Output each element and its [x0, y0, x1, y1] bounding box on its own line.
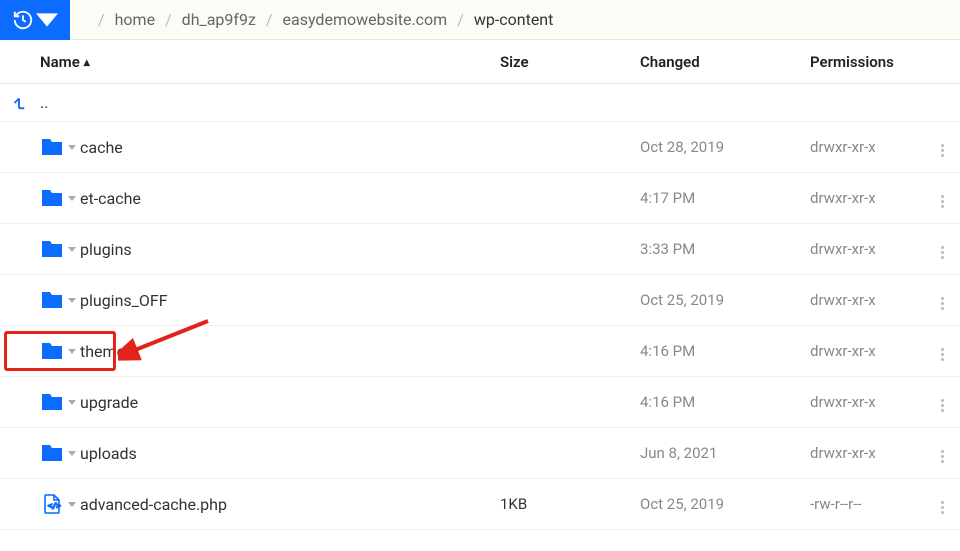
svg-text:</>: </> [48, 502, 61, 510]
dropdown-icon[interactable] [68, 502, 76, 507]
table-row[interactable]: upgrade 4:16 PM drwxr-xr-x [0, 377, 960, 428]
kebab-icon [934, 141, 950, 161]
row-changed-label: 4:16 PM [640, 393, 810, 411]
row-changed-label: Oct 28, 2019 [640, 138, 810, 156]
column-header-size[interactable]: Size [500, 53, 640, 71]
table-row[interactable]: cache Oct 28, 2019 drwxr-xr-x [0, 122, 960, 173]
breadcrumb-sep: / [447, 10, 474, 29]
kebab-icon [934, 243, 950, 263]
table-row[interactable]: plugins 3:33 PM drwxr-xr-x [0, 224, 960, 275]
dropdown-icon[interactable] [68, 196, 76, 201]
row-changed-label: 4:17 PM [640, 189, 810, 207]
row-changed-label: Oct 25, 2019 [640, 495, 810, 513]
sort-asc-icon: ▴ [84, 55, 90, 69]
row-perm-label: -rw-r--r-- [810, 495, 930, 513]
row-actions-button[interactable] [930, 439, 950, 467]
history-button[interactable] [0, 0, 70, 40]
row-name-label: uploads [80, 444, 137, 463]
row-perm-label: drwxr-xr-x [810, 393, 930, 411]
column-header-name-label: Name [40, 53, 80, 71]
kebab-icon [934, 345, 950, 365]
kebab-icon [934, 294, 950, 314]
dropdown-icon[interactable] [68, 298, 76, 303]
folder-icon [40, 390, 64, 414]
row-perm-label: drwxr-xr-x [810, 138, 930, 156]
row-perm-label: drwxr-xr-x [810, 291, 930, 309]
history-icon [12, 9, 34, 31]
topbar: / home / dh_ap9f9z / easydemowebsite.com… [0, 0, 960, 40]
table-row[interactable]: plugins_OFF Oct 25, 2019 drwxr-xr-x [0, 275, 960, 326]
table-row[interactable]: uploads Jun 8, 2021 drwxr-xr-x [0, 428, 960, 479]
row-actions-button[interactable] [930, 388, 950, 416]
table-row[interactable]: </> advanced-cache.php 1KB Oct 25, 2019 … [0, 479, 960, 530]
row-name-label: plugins_OFF [80, 291, 168, 310]
up-directory-label: .. [40, 93, 48, 112]
row-name-label: upgrade [80, 393, 138, 412]
breadcrumb-item-current[interactable]: wp-content [474, 10, 554, 29]
dropdown-icon[interactable] [68, 247, 76, 252]
row-name-label: themes [80, 342, 133, 361]
row-changed-label: 3:33 PM [640, 240, 810, 258]
breadcrumb-item[interactable]: home [115, 10, 155, 29]
row-changed-label: 4:16 PM [640, 342, 810, 360]
folder-icon [40, 441, 64, 465]
row-actions-button[interactable] [930, 184, 950, 212]
dropdown-icon[interactable] [68, 400, 76, 405]
row-actions-button[interactable] [930, 286, 950, 314]
folder-icon [40, 288, 64, 312]
row-name-label: cache [80, 138, 123, 157]
kebab-icon [934, 396, 950, 416]
kebab-icon [934, 498, 950, 518]
breadcrumb: / home / dh_ap9f9z / easydemowebsite.com… [70, 10, 553, 29]
table-header: Name ▴ Size Changed Permissions [0, 40, 960, 84]
row-perm-label: drwxr-xr-x [810, 240, 930, 258]
chevron-down-icon [36, 9, 58, 31]
row-size-label: 1KB [500, 495, 640, 513]
row-perm-label: drwxr-xr-x [810, 444, 930, 462]
dropdown-icon[interactable] [68, 145, 76, 150]
breadcrumb-sep: / [88, 10, 115, 29]
up-arrow-icon [10, 94, 40, 112]
column-header-changed[interactable]: Changed [640, 53, 810, 71]
row-name-label: plugins [80, 240, 132, 259]
row-actions-button[interactable] [930, 235, 950, 263]
row-name-label: advanced-cache.php [80, 495, 227, 514]
row-actions-button[interactable] [930, 133, 950, 161]
row-changed-label: Oct 25, 2019 [640, 291, 810, 309]
breadcrumb-item[interactable]: easydemowebsite.com [283, 10, 448, 29]
folder-icon [40, 186, 64, 210]
table-row[interactable]: themes 4:16 PM drwxr-xr-x [0, 326, 960, 377]
row-actions-button[interactable] [930, 490, 950, 518]
row-perm-label: drwxr-xr-x [810, 189, 930, 207]
table-row[interactable]: et-cache 4:17 PM drwxr-xr-x [0, 173, 960, 224]
breadcrumb-sep: / [256, 10, 283, 29]
kebab-icon [934, 447, 950, 467]
column-header-name[interactable]: Name ▴ [40, 53, 500, 71]
dropdown-icon[interactable] [68, 349, 76, 354]
column-header-permissions[interactable]: Permissions [810, 53, 930, 71]
code-file-icon: </> [40, 492, 64, 516]
file-list: cache Oct 28, 2019 drwxr-xr-x et-cache 4… [0, 122, 960, 530]
row-perm-label: drwxr-xr-x [810, 342, 930, 360]
breadcrumb-item[interactable]: dh_ap9f9z [182, 10, 256, 29]
breadcrumb-sep: / [155, 10, 182, 29]
row-name-label: et-cache [80, 189, 141, 208]
folder-icon [40, 135, 64, 159]
row-actions-button[interactable] [930, 337, 950, 365]
row-changed-label: Jun 8, 2021 [640, 444, 810, 462]
folder-icon [40, 339, 64, 363]
kebab-icon [934, 192, 950, 212]
folder-icon [40, 237, 64, 261]
up-directory-row[interactable]: .. [0, 84, 960, 122]
dropdown-icon[interactable] [68, 451, 76, 456]
